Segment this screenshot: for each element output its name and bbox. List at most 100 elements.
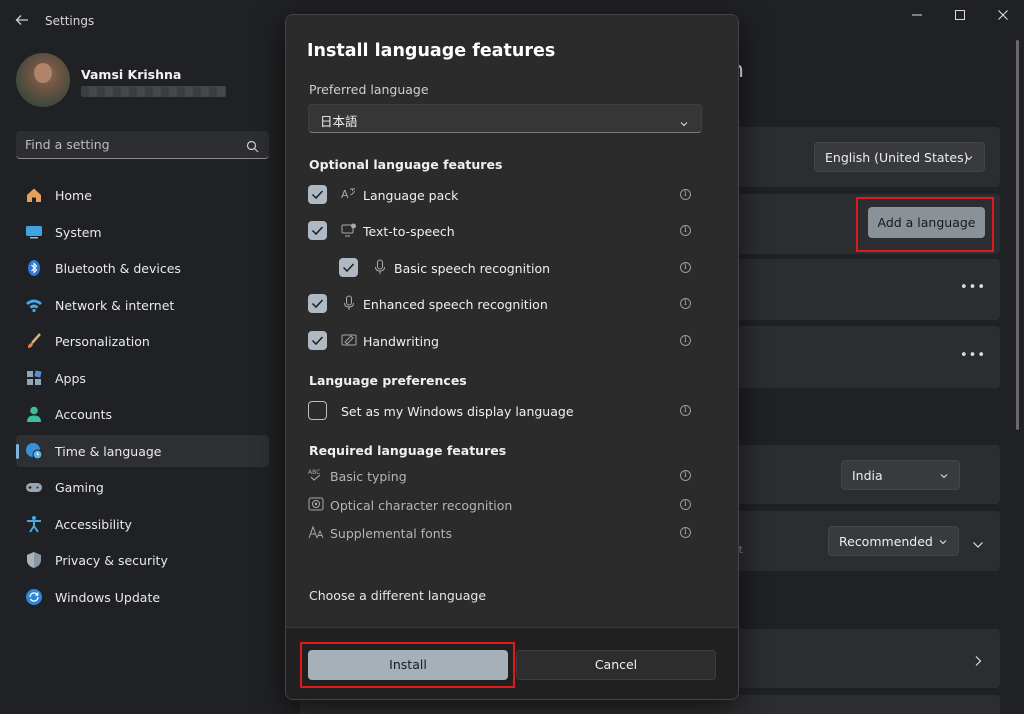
sidebar-item-accessibility[interactable]: Accessibility — [16, 508, 269, 540]
dialog-title: Install language features — [307, 41, 556, 61]
sidebar-item-label: Personalization — [55, 334, 150, 349]
region-value: India — [852, 468, 883, 483]
info-icon[interactable] — [680, 335, 691, 346]
basic-speech-checkbox[interactable] — [339, 258, 358, 277]
cancel-button[interactable]: Cancel — [516, 650, 716, 680]
feature-row-basic-speech: Basic speech recognition — [286, 257, 738, 281]
system-icon — [25, 223, 43, 241]
sidebar-item-privacy[interactable]: Privacy & security — [16, 544, 269, 576]
required-feature-label: Supplemental fonts — [330, 526, 453, 541]
required-features-heading: Required language features — [309, 443, 507, 458]
required-row-ocr: Optical character recognition — [286, 494, 738, 518]
expand-chevron-icon[interactable] — [972, 535, 984, 554]
optional-features-heading: Optional language features — [309, 157, 503, 172]
microphone-icon — [341, 295, 357, 311]
info-icon[interactable] — [680, 225, 691, 236]
required-row-basic-typing: ABC Basic typing — [286, 465, 738, 489]
sidebar-item-time-language[interactable]: Time & language — [16, 434, 269, 467]
close-button[interactable] — [988, 6, 1018, 24]
sidebar-item-network[interactable]: Network & internet — [16, 289, 269, 321]
language-pack-checkbox[interactable] — [308, 185, 327, 204]
sidebar-item-label: Network & internet — [55, 297, 175, 313]
sidebar-nav: Home System Bluetooth & devices Network … — [16, 179, 269, 617]
gamepad-icon — [25, 478, 43, 496]
feature-row-language-pack: A Language pack — [286, 184, 738, 208]
info-icon[interactable] — [680, 298, 691, 309]
feature-label: Language pack — [363, 188, 459, 203]
minimize-button[interactable] — [902, 6, 932, 24]
ocr-icon — [308, 496, 324, 512]
sidebar-item-gaming[interactable]: Gaming — [16, 471, 269, 503]
info-icon[interactable] — [680, 527, 691, 538]
apps-icon — [25, 369, 43, 387]
sidebar-item-label: Accessibility — [55, 516, 132, 532]
search-input[interactable]: Find a setting — [25, 137, 110, 152]
preferred-language-dropdown[interactable]: 日本語 — [308, 104, 702, 133]
feature-row-enhanced-speech: Enhanced speech recognition — [286, 293, 738, 317]
sidebar-item-label: Gaming — [55, 480, 104, 495]
regional-format-combo[interactable]: Recommended — [828, 526, 959, 556]
display-language-combo[interactable]: English (United States) — [814, 142, 985, 172]
feature-label: Basic speech recognition — [394, 261, 551, 276]
preferred-language-value: 日本語 — [320, 114, 358, 129]
bluetooth-icon — [25, 259, 43, 277]
brush-icon — [25, 332, 43, 350]
avatar[interactable] — [16, 53, 70, 107]
scrollbar[interactable] — [1016, 40, 1019, 430]
highlight-box — [300, 642, 515, 688]
microphone-icon — [372, 259, 388, 275]
globe-clock-icon — [25, 442, 43, 460]
chevron-down-icon — [938, 535, 948, 550]
highlight-box — [856, 197, 994, 252]
info-icon[interactable] — [680, 189, 691, 200]
sidebar-item-label: Home — [55, 188, 92, 203]
feature-label: Handwriting — [363, 334, 439, 349]
preferred-language-label: Preferred language — [309, 82, 429, 97]
feature-row-text-to-speech: Text-to-speech — [286, 220, 738, 244]
regional-format-value: Recommended — [839, 534, 933, 549]
sidebar-item-label: Bluetooth & devices — [55, 261, 181, 276]
search-box[interactable]: Find a setting — [16, 131, 269, 159]
display-language-option-row: Set as my Windows display language — [286, 400, 738, 424]
handwriting-icon — [341, 332, 357, 348]
text-to-speech-checkbox[interactable] — [308, 221, 327, 240]
feature-label: Set as my Windows display language — [341, 404, 574, 419]
spellcheck-icon: ABC — [308, 467, 324, 483]
svg-text:A: A — [341, 188, 349, 201]
chevron-down-icon — [964, 151, 974, 166]
info-icon[interactable] — [680, 499, 691, 510]
handwriting-checkbox[interactable] — [308, 331, 327, 350]
sidebar-item-home[interactable]: Home — [16, 179, 269, 211]
sidebar-item-bluetooth[interactable]: Bluetooth & devices — [16, 252, 269, 284]
sidebar-item-apps[interactable]: Apps — [16, 362, 269, 394]
maximize-button[interactable] — [945, 6, 975, 24]
language-pack-icon: A — [341, 186, 357, 202]
shield-icon — [25, 551, 43, 569]
sidebar-item-personalization[interactable]: Personalization — [16, 325, 269, 357]
more-options-icon[interactable]: ••• — [960, 348, 986, 363]
feature-label: Text-to-speech — [363, 224, 455, 239]
app-title: Settings — [45, 14, 95, 28]
home-icon — [25, 186, 43, 204]
sidebar-item-label: Accounts — [55, 407, 112, 422]
more-options-icon[interactable]: ••• — [960, 280, 986, 295]
info-icon[interactable] — [680, 470, 691, 481]
info-icon[interactable] — [680, 262, 691, 273]
update-icon — [25, 588, 43, 606]
required-feature-label: Optical character recognition — [330, 498, 513, 513]
feature-label: Enhanced speech recognition — [363, 297, 548, 312]
profile-email-redacted — [81, 86, 226, 97]
region-combo[interactable]: India — [841, 460, 960, 490]
chevron-down-icon — [679, 114, 689, 133]
sidebar-item-windows-update[interactable]: Windows Update — [16, 581, 269, 613]
info-icon[interactable] — [680, 405, 691, 416]
display-language-checkbox[interactable] — [308, 401, 327, 420]
choose-different-language-link[interactable]: Choose a different language — [309, 588, 486, 603]
sidebar-item-system[interactable]: System — [16, 216, 269, 248]
enhanced-speech-checkbox[interactable] — [308, 294, 327, 313]
sidebar-item-accounts[interactable]: Accounts — [16, 398, 269, 430]
back-arrow-icon[interactable] — [14, 12, 32, 30]
font-icon — [308, 524, 324, 540]
sidebar-item-label: Apps — [55, 370, 86, 386]
sidebar-item-label: System — [55, 224, 102, 240]
